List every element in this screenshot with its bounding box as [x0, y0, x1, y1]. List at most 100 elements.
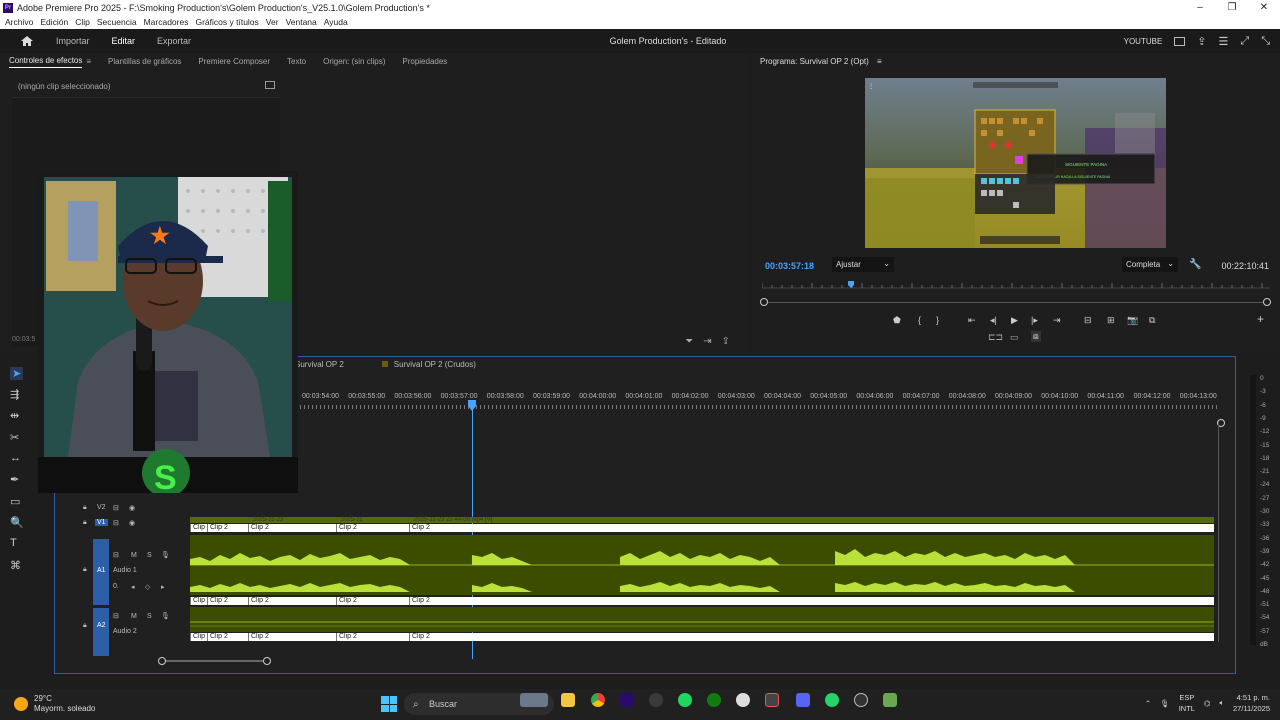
- close-button[interactable]: ✕: [1248, 0, 1280, 15]
- keyframe-next-icon[interactable]: ▸: [161, 583, 165, 591]
- clip[interactable]: Clip 2: [409, 633, 430, 641]
- track-label-a2[interactable]: A2: [97, 622, 106, 629]
- solo-button[interactable]: S: [147, 613, 152, 620]
- menu-graficos[interactable]: Gráficos y títulos: [195, 17, 258, 27]
- xbox-icon[interactable]: [649, 693, 663, 707]
- toggle-sync-icon[interactable]: ⊟: [113, 551, 119, 559]
- clip[interactable]: Clip 2: [207, 633, 228, 641]
- program-playhead-timecode[interactable]: 00:03:57:18: [765, 261, 814, 271]
- track-target-a2[interactable]: [93, 608, 109, 656]
- extract-icon[interactable]: ⊞: [1107, 315, 1115, 326]
- play-button[interactable]: ▶: [1011, 315, 1018, 326]
- go-to-out-icon[interactable]: ⇥: [1053, 315, 1061, 326]
- mute-button[interactable]: M: [131, 613, 137, 620]
- volume-icon[interactable]: 🔈︎: [1220, 698, 1225, 708]
- track-select-icon[interactable]: ⇶: [10, 388, 19, 401]
- add-marker-icon[interactable]: ⬟: [893, 315, 901, 326]
- epic-icon[interactable]: [736, 693, 750, 707]
- clip[interactable]: Clip: [190, 524, 205, 532]
- safe-margins-icon[interactable]: ▭: [1010, 332, 1019, 343]
- lift-icon[interactable]: ⊟: [1084, 315, 1092, 326]
- sequence-tab-crudos[interactable]: Survival OP 2 (Crudos): [381, 360, 476, 369]
- clip[interactable]: Clip 2: [207, 597, 228, 605]
- filter-icon[interactable]: ⏷: [685, 336, 693, 347]
- eye-icon[interactable]: ◉: [129, 519, 135, 527]
- tab-texto[interactable]: Texto: [287, 57, 306, 66]
- menu-edicion[interactable]: Edición: [40, 17, 68, 27]
- tab-origen[interactable]: Origen: (sin clips): [323, 57, 385, 66]
- caption-tool-icon[interactable]: ⌘: [10, 559, 21, 572]
- mute-button[interactable]: M: [131, 552, 137, 559]
- menu-marcadores[interactable]: Marcadores: [144, 17, 189, 27]
- clip[interactable]: Clip 2: [207, 524, 228, 532]
- taskbar-clock[interactable]: 4:51 p. m. 27/11/2025: [1233, 692, 1270, 714]
- tab-plantillas[interactable]: Plantillas de gráficos: [108, 57, 181, 66]
- toggle-sync-icon[interactable]: ⊟: [113, 519, 119, 527]
- keyboard-language[interactable]: ESP INTL: [1179, 692, 1195, 714]
- clip[interactable]: Clip: [190, 633, 205, 641]
- tab-editar[interactable]: Editar: [112, 36, 136, 46]
- chrome-icon[interactable]: [591, 693, 605, 707]
- toggle-sync-icon[interactable]: ⊟: [113, 612, 119, 620]
- go-to-in-icon[interactable]: ⇤: [968, 315, 976, 326]
- home-icon[interactable]: [20, 35, 34, 47]
- vr-video-icon[interactable]: ⊏⊐: [988, 332, 1003, 343]
- step-forward-icon[interactable]: |▸: [1031, 315, 1038, 326]
- spotify-icon[interactable]: [678, 693, 692, 707]
- clip[interactable]: Clip 2: [409, 524, 430, 532]
- panel-toggle-icon[interactable]: [265, 81, 275, 89]
- play-audio-icon[interactable]: ⇥: [703, 336, 711, 347]
- tab-controles-efectos[interactable]: Controles de efectos: [9, 56, 83, 68]
- mark-out-icon[interactable]: }: [936, 315, 939, 325]
- step-back-icon[interactable]: ◂|: [990, 315, 997, 326]
- minimize-button[interactable]: –: [1184, 0, 1216, 15]
- comparison-view-icon[interactable]: ⧉: [1149, 315, 1155, 326]
- tab-premiere-composer[interactable]: Premiere Composer: [198, 57, 270, 66]
- tray-chevron-icon[interactable]: ⌃: [1145, 699, 1151, 708]
- whatsapp-icon[interactable]: [825, 693, 839, 707]
- timeline-time-ruler[interactable]: 00:03:54:00 00:03:55:00 00:03:56:00 00:03:5…: [300, 391, 1220, 409]
- workspace-panel-icon[interactable]: [1174, 36, 1186, 46]
- share-icon[interactable]: ⇪: [1197, 35, 1206, 48]
- xbox-app-icon[interactable]: [707, 693, 721, 707]
- microphone-tray-icon[interactable]: 🎙︎: [1160, 699, 1170, 708]
- rectangle-tool-icon[interactable]: ▭: [10, 495, 20, 508]
- scroll-left-handle[interactable]: [158, 657, 166, 665]
- track-label-v2[interactable]: V2: [97, 504, 106, 511]
- tab-propiedades[interactable]: Propiedades: [402, 57, 447, 66]
- audio-clip-bar-a1[interactable]: Clip Clip 2 Clip 2 Clip 2 Clip 2: [190, 597, 1214, 605]
- track-label-v1[interactable]: V1: [95, 519, 108, 526]
- discord-icon[interactable]: [796, 693, 810, 707]
- file-explorer-icon[interactable]: [561, 693, 575, 707]
- weather-widget[interactable]: 29°C Mayorm. soleado: [14, 694, 95, 714]
- sequence-tab-survival[interactable]: Survival OP 2: [295, 360, 344, 369]
- audio-clip-bar-a2[interactable]: Clip Clip 2 Clip 2 Clip 2 Clip 2: [190, 633, 1214, 641]
- lock-icon[interactable]: 🔒︎: [83, 622, 87, 630]
- quick-export-icon[interactable]: ☰: [1219, 35, 1229, 48]
- tab-importar[interactable]: Importar: [56, 36, 90, 46]
- github-icon[interactable]: [854, 693, 868, 707]
- scroll-right-handle[interactable]: [263, 657, 271, 665]
- keyframe-add-icon[interactable]: ◇: [145, 583, 150, 591]
- hand-tool-icon[interactable]: 🔍: [10, 516, 24, 529]
- zoom-fit-select[interactable]: Ajustar ⌄: [832, 257, 894, 272]
- quality-select[interactable]: Completa ⌄: [1122, 257, 1178, 272]
- scrub-start-handle[interactable]: [760, 298, 768, 306]
- pen-tool-icon[interactable]: ✒: [10, 473, 19, 486]
- multicam-icon[interactable]: ⧈: [1031, 331, 1041, 342]
- track-volume-readout[interactable]: 0.: [113, 583, 119, 590]
- program-time-ruler[interactable]: [762, 281, 1270, 289]
- menu-ver[interactable]: Ver: [266, 17, 279, 27]
- maximize-button[interactable]: ❐: [1216, 0, 1248, 15]
- settings-wrench-icon[interactable]: 🔧: [1189, 259, 1201, 270]
- clip[interactable]: Clip 2: [336, 524, 357, 532]
- lock-icon[interactable]: 🔒︎: [83, 566, 87, 574]
- clip[interactable]: Clip 2: [409, 597, 430, 605]
- mark-in-icon[interactable]: {: [918, 315, 921, 325]
- video-clip-bar[interactable]: Clip Clip 2 Clip 2 Clip 2 Clip 2: [190, 524, 1214, 532]
- clip[interactable]: Clip 2: [248, 524, 269, 532]
- menu-clip[interactable]: Clip: [75, 17, 90, 27]
- fullscreen-icon[interactable]: ⤢: [1240, 35, 1249, 48]
- menu-icon[interactable]: ≡: [86, 57, 91, 66]
- clip[interactable]: Clip 2: [248, 633, 269, 641]
